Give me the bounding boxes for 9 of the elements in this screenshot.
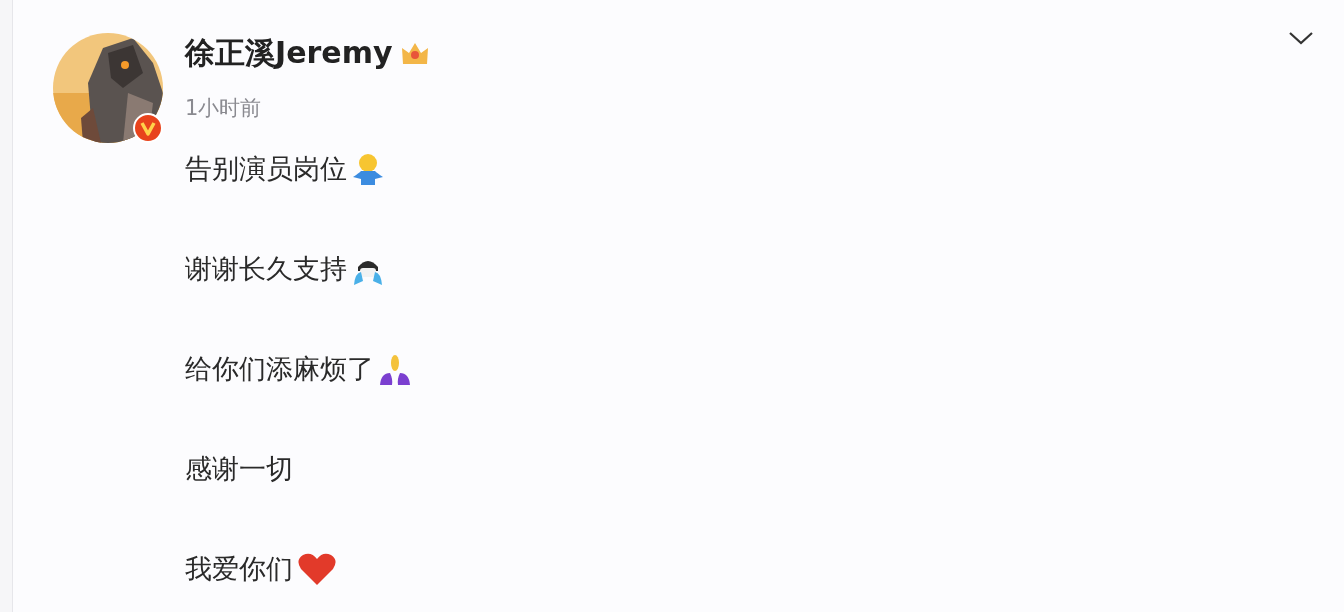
post-text: 谢谢长久支持 [185,252,347,286]
post-time: 1小时前 [185,95,263,122]
praying-figure-emoji-icon [378,353,412,385]
author-name[interactable]: 徐正溪Jeremy [185,33,393,74]
post-text: 告别演员岗位 [185,152,347,186]
heart-icon [297,552,337,586]
post-text: 感谢一切 [185,452,293,486]
post-text: 我爱你们 [185,552,293,586]
post-text: 给你们添麻烦了 [185,352,374,386]
